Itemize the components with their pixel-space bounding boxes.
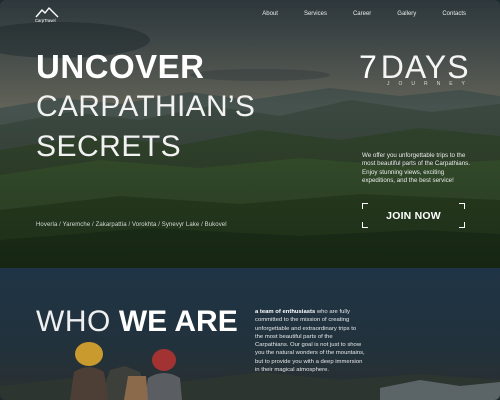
days-word: DAYS — [380, 49, 470, 85]
logo-text: CarpTravel — [35, 18, 56, 23]
hero-description: We offer you unforgettable trips to the … — [362, 152, 470, 185]
days-number: 7 — [359, 49, 377, 85]
hero-section: CarpTravel About Services Career Gallery… — [0, 0, 500, 268]
nav-item-services[interactable]: Services — [304, 11, 327, 17]
join-now-button[interactable]: JOIN NOW — [362, 203, 465, 228]
who-title-light: WHO — [36, 305, 111, 338]
mountain-logo-icon[interactable]: CarpTravel — [35, 7, 59, 23]
nav-item-contacts[interactable]: Contacts — [442, 11, 466, 17]
button-corner — [362, 203, 368, 209]
button-corner — [459, 203, 465, 209]
locations-list: Hoverla / Yaremche / Zakarpattia / Vorok… — [36, 222, 227, 228]
who-text-bold: a team of enthusiasts — [255, 309, 316, 315]
top-navigation: CarpTravel About Services Career Gallery… — [0, 0, 500, 30]
nav-links: About Services Career Gallery Contacts — [236, 11, 466, 17]
join-now-label: JOIN NOW — [386, 209, 441, 222]
who-we-are-section: WHO WE ARE a team of enthusiasts who are … — [0, 268, 500, 400]
nav-item-about[interactable]: About — [262, 11, 278, 17]
who-title-bold: WE ARE — [118, 305, 238, 338]
nav-item-career[interactable]: Career — [353, 11, 371, 17]
page: CarpTravel About Services Career Gallery… — [0, 0, 500, 400]
hero-headline-uncover: UNCOVER — [36, 48, 205, 85]
hero-headline-carpathians: CARPATHIAN’S — [36, 90, 256, 123]
days-counter: 7 DAYS — [359, 51, 470, 83]
button-corner — [362, 222, 368, 228]
nav-item-gallery[interactable]: Gallery — [397, 11, 416, 17]
button-corner — [459, 222, 465, 228]
who-we-are-title: WHO WE ARE — [36, 307, 238, 337]
journey-label: JOURNEY — [387, 81, 474, 87]
who-text-body: who are fully committed to the mission o… — [255, 309, 365, 374]
who-we-are-text: a team of enthusiasts who are fully comm… — [255, 308, 365, 374]
hero-headline-secrets: SECRETS — [36, 130, 182, 163]
